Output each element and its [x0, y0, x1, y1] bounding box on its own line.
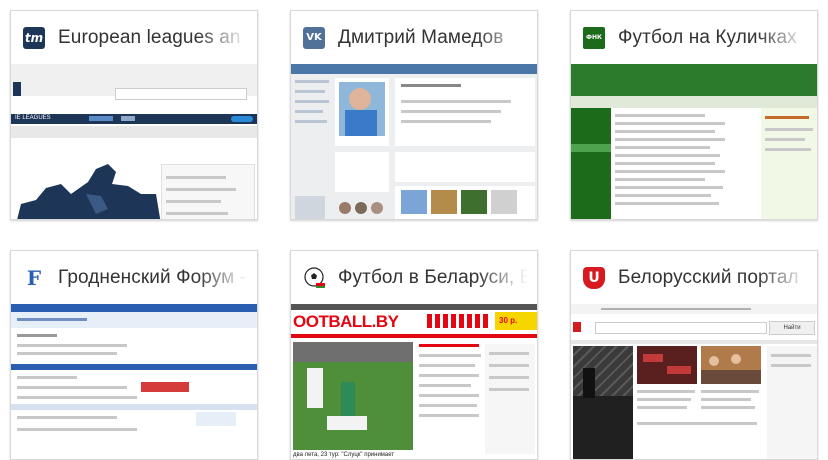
- page-preview-thumbnail: [11, 304, 257, 459]
- tile-header: U Белорусский портал: [571, 251, 817, 304]
- news-photo-bw: [573, 346, 633, 459]
- tile-header: ФНК Футбол на Куличках: [571, 11, 817, 64]
- news-caption: два лета, 23 тур: "Слуцк" принимает: [293, 452, 395, 458]
- europe-map-icon: [17, 164, 161, 219]
- tut-by-favicon-icon: U: [583, 266, 605, 289]
- grodno-forum-favicon-icon: F: [23, 266, 45, 290]
- fnk-favicon-icon: ФНК: [583, 26, 605, 49]
- tile-header: F Гродненский Форум -: [11, 251, 257, 304]
- news-photo: [293, 342, 413, 450]
- speed-dial-tile-vk[interactable]: VK Дмитрий Мамедов: [290, 10, 538, 220]
- promo-text: 30 р.: [499, 316, 518, 325]
- vk-favicon-icon: VK: [303, 26, 325, 49]
- tile-header: tm European leagues an: [11, 11, 257, 64]
- news-photo-people: [701, 346, 761, 384]
- page-preview-thumbnail: Найти: [571, 304, 817, 459]
- site-logo: OOTBALL.BY: [293, 312, 399, 331]
- speed-dial-tile-transfermarkt[interactable]: tm European leagues an IE LEAGUES: [10, 10, 258, 220]
- page-preview-thumbnail: OOTBALL.BY 30 р. два лета, 23 тур: "Слуц…: [291, 304, 537, 459]
- tile-header: Футбол в Беларуси, Е: [291, 251, 537, 304]
- page-preview-thumbnail: IE LEAGUES: [11, 64, 257, 219]
- preview-nav-text: IE LEAGUES: [15, 115, 51, 121]
- tile-header: VK Дмитрий Мамедов: [291, 11, 537, 64]
- search-button: Найти: [769, 321, 815, 335]
- speed-dial-tile-fnk[interactable]: ФНК Футбол на Куличках: [570, 10, 818, 220]
- page-preview-thumbnail: [571, 64, 817, 219]
- speed-dial-tile-football-by[interactable]: Футбол в Беларуси, Е OOTBALL.BY 30 р. дв…: [290, 250, 538, 460]
- news-photo-dark: [637, 346, 697, 384]
- page-preview-thumbnail: [291, 64, 537, 219]
- speed-dial-tile-grodno-forum[interactable]: F Гродненский Форум -: [10, 250, 258, 460]
- speed-dial-tile-tut-by[interactable]: U Белорусский портал Найти: [570, 250, 818, 460]
- transfermarkt-favicon-icon: tm: [23, 26, 45, 49]
- football-ball-favicon-icon: [303, 266, 325, 289]
